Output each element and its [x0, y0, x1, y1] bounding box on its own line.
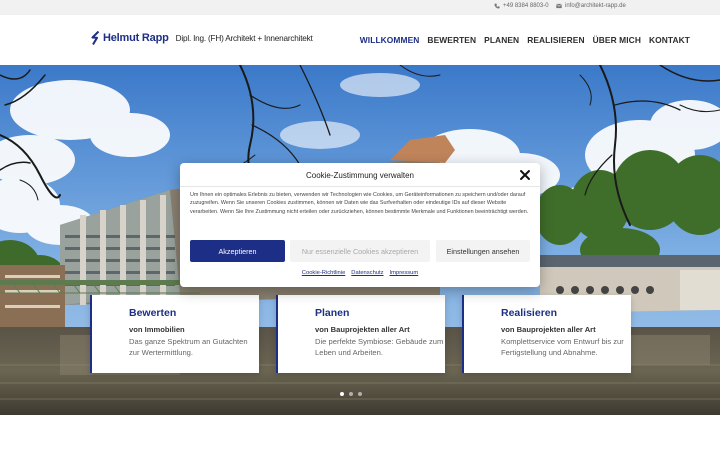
- view-settings-button[interactable]: Einstellungen ansehen: [436, 240, 530, 262]
- dialog-divider: [180, 186, 540, 187]
- cookie-dialog-links: Cookie-Richtlinie Datenschutz Impressum: [180, 270, 540, 276]
- page: +49 8384 8803-0 info@architekt-rapp.de H…: [0, 0, 720, 450]
- link-cookie-policy[interactable]: Cookie-Richtlinie: [302, 270, 346, 276]
- close-icon[interactable]: [519, 169, 531, 181]
- cookie-overlay: Cookie-Zustimmung verwalten Um Ihnen ein…: [0, 0, 720, 450]
- essential-cookies-button[interactable]: Nur essenzielle Cookies akzeptieren: [290, 240, 430, 262]
- link-imprint[interactable]: Impressum: [390, 270, 419, 276]
- link-privacy[interactable]: Datenschutz: [351, 270, 383, 276]
- cookie-dialog-title: Cookie-Zustimmung verwalten: [305, 171, 415, 180]
- accept-button[interactable]: Akzeptieren: [190, 240, 285, 262]
- cookie-dialog-body: Um Ihnen ein optimales Erlebnis zu biete…: [190, 192, 529, 215]
- cookie-consent-dialog: Cookie-Zustimmung verwalten Um Ihnen ein…: [180, 163, 540, 287]
